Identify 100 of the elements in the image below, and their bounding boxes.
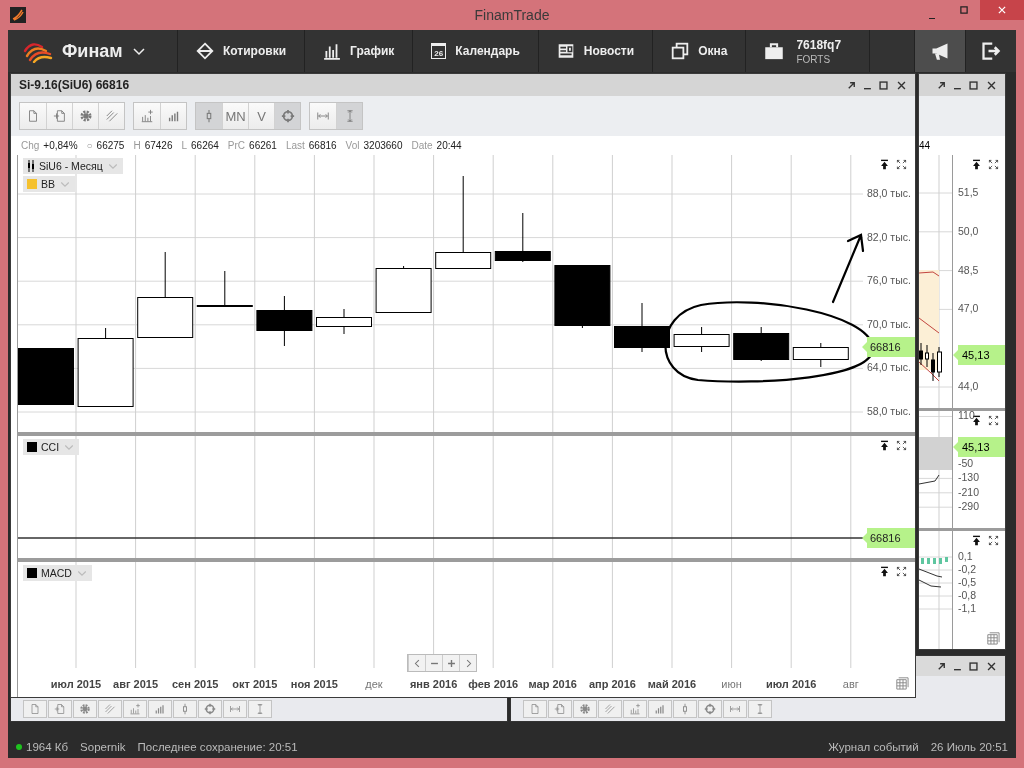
grid-icon: [894, 675, 909, 690]
add-document-button[interactable]: [46, 103, 72, 129]
quote-label: ○: [86, 140, 93, 151]
close-button[interactable]: [980, 0, 1024, 20]
settings-button[interactable]: [72, 103, 98, 129]
diagonal-lines-icon: [104, 703, 116, 715]
drawing-tools-button[interactable]: [598, 700, 622, 718]
axis-label: 76,0 тыс.: [867, 274, 911, 287]
add-chart-icon: [129, 703, 141, 715]
legend-chip[interactable]: CCI: [23, 439, 80, 455]
add-indicator-button[interactable]: [134, 103, 160, 129]
quote-value: 67426: [144, 140, 173, 151]
add-document-icon: [554, 703, 566, 715]
megaphone-icon: [930, 41, 950, 61]
new-document-button[interactable]: [523, 700, 547, 718]
minimize-icon: [928, 17, 936, 19]
axis-label: -0,2: [958, 563, 977, 575]
settings-button[interactable]: [573, 700, 597, 718]
bar-chart-button[interactable]: [148, 700, 172, 718]
bar-chart-button[interactable]: [648, 700, 672, 718]
arrows-icon: [196, 42, 214, 60]
scroll-left-button[interactable]: [408, 655, 425, 671]
calendar-icon: 26: [431, 43, 447, 59]
scroll-right-button[interactable]: [459, 655, 476, 671]
axis-label: 47,0: [958, 302, 979, 315]
fit-width-button[interactable]: [723, 700, 747, 718]
quote-value: 66261: [249, 140, 277, 151]
maximize-icon: [878, 79, 889, 91]
minimize-icon: [954, 669, 961, 671]
legend-chip[interactable]: MACD: [23, 565, 92, 581]
grid-icon: [985, 630, 1000, 645]
candle: [316, 308, 372, 335]
close-icon: [896, 79, 907, 91]
legend-label: MACD: [41, 567, 72, 579]
quote-value: 44: [919, 140, 931, 151]
fit-height-button[interactable]: [748, 700, 772, 718]
fit-height-button[interactable]: [248, 700, 272, 718]
candlestick-icon: [27, 160, 35, 172]
price-marker: 45,13: [953, 437, 1005, 457]
last-save-text: Последнее сохранение: 20:51: [137, 740, 298, 753]
add-indicator-button[interactable]: [623, 700, 647, 718]
candlestick-button[interactable]: [673, 700, 697, 718]
axis-label: 70,0 тыс.: [867, 317, 911, 330]
undock-icon: [846, 79, 858, 91]
chart-mode-button[interactable]: V: [248, 103, 274, 129]
settings-button[interactable]: [73, 700, 97, 718]
add-indicator-button[interactable]: [123, 700, 147, 718]
fit-height-button[interactable]: [336, 103, 362, 129]
legend-chip[interactable]: BB: [23, 176, 75, 192]
windows-icon: [671, 42, 690, 60]
legend-chip[interactable]: SiU6 - Месяц: [23, 158, 123, 174]
candle: [673, 326, 730, 353]
axis-label: -1,1: [958, 602, 977, 614]
megaphone-button[interactable]: [914, 30, 965, 72]
axis-label: -50: [958, 457, 974, 469]
chart-window-title: Si-9.16(SiU6) 66816: [19, 78, 131, 92]
bar-chart-button[interactable]: [160, 103, 186, 129]
close-icon: [986, 79, 997, 91]
new-document-button[interactable]: [20, 103, 46, 129]
bar-chart-icon: [166, 109, 181, 123]
add-document-button[interactable]: [48, 700, 72, 718]
crosshair-button[interactable]: [274, 103, 300, 129]
close-icon: [997, 5, 1007, 15]
fit-width-button[interactable]: [223, 700, 247, 718]
candle: [937, 346, 942, 378]
exit-icon: [981, 41, 1001, 61]
quote-value: 66816: [308, 140, 337, 151]
quote-value: 20:44: [436, 140, 462, 151]
month-label: июл 2016: [765, 678, 818, 690]
drawing-tools-button[interactable]: [98, 700, 122, 718]
quote-label: PrC: [227, 140, 246, 151]
candle: [919, 342, 923, 366]
fit-width-button[interactable]: [310, 103, 336, 129]
quote-label: Last: [285, 140, 305, 151]
event-log-link[interactable]: Журнал событий: [828, 740, 919, 753]
minimize-icon: [864, 88, 871, 90]
crosshair-button[interactable]: [698, 700, 722, 718]
pin-icon: [971, 535, 982, 546]
candlestick-button[interactable]: [196, 103, 222, 129]
legend-label: CCI: [41, 441, 60, 453]
zoom-out-button[interactable]: [425, 655, 442, 671]
zoom-in-button[interactable]: [442, 655, 459, 671]
new-document-icon: [29, 703, 41, 715]
pin-icon: [879, 440, 890, 451]
add-document-button[interactable]: [548, 700, 572, 718]
new-document-button[interactable]: [23, 700, 47, 718]
crosshair-button[interactable]: [198, 700, 222, 718]
settings-icon: [79, 703, 91, 715]
add-chart-icon: [629, 703, 641, 715]
candlestick-button[interactable]: [173, 700, 197, 718]
price-marker: 66816: [862, 337, 915, 357]
chart-mode-button[interactable]: MN: [222, 103, 248, 129]
candle: [375, 265, 432, 313]
expand-icon: [988, 535, 999, 546]
quote-label: Date: [411, 140, 433, 151]
diagonal-lines-icon: [604, 703, 616, 715]
drawing-tools-button[interactable]: [98, 103, 124, 129]
axis-label: 0,1: [958, 550, 973, 562]
pin-icon: [879, 159, 890, 170]
axis-label: 58,0 тыс.: [867, 405, 911, 417]
